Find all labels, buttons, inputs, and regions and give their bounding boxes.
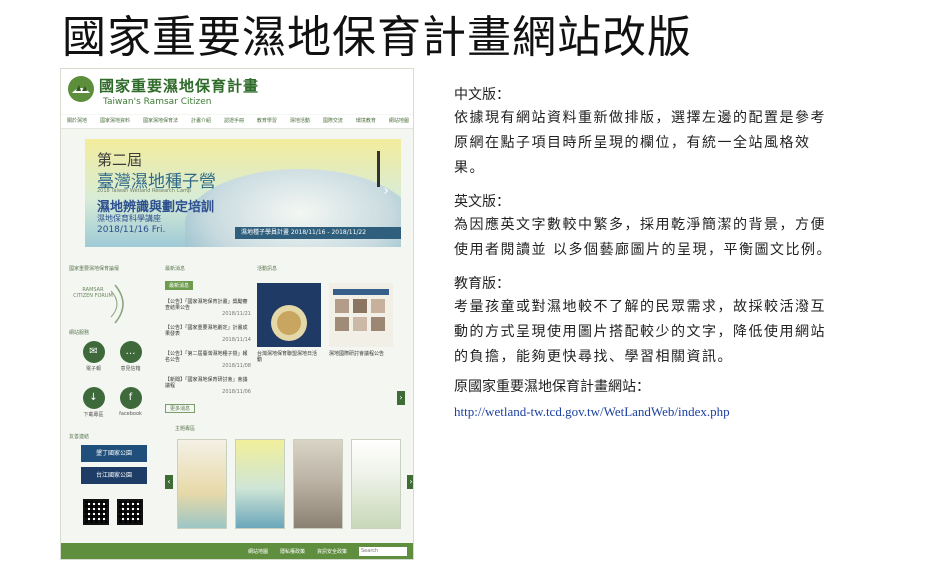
news-item[interactable]: 【公告】「國家濕地保育計畫」獎勵審查結果公告 2018/11/21 xyxy=(165,299,251,317)
site-footer: 網站地圖 隱私權政策 資訊安全政策 Search xyxy=(61,543,413,559)
slide-title: 國家重要濕地保育計畫網站改版 xyxy=(62,12,692,63)
service-heading: 網站服務 xyxy=(69,330,90,336)
section-text-english: 為因應英文字數較中繁多，採用乾淨簡潔的背景，方便使用者閱讀並 以多個藝廊圖片的呈… xyxy=(454,217,832,258)
partner-link[interactable]: 台江國家公園 xyxy=(81,467,147,484)
website-screenshot: 國家重要濕地保育計畫 Taiwan's Ramsar Citizen 關於濕地 … xyxy=(60,68,414,560)
section-text-chinese: 依據現有網站資料重新做排版，選擇左邊的配置是參考原網在點子項目時所呈現的欄位，有… xyxy=(454,110,826,176)
section-label-english: 英文版： xyxy=(454,194,510,210)
nav-item[interactable]: 教育學習 xyxy=(257,115,277,128)
chevron-right-icon[interactable]: › xyxy=(383,183,389,199)
section-label-education: 教育版： xyxy=(454,276,510,292)
service-email[interactable]: ✉ 電子報 xyxy=(75,341,112,381)
poster-caption: 台灣濕地保育聯盟濕地日活動 xyxy=(257,351,318,363)
service-label: 意見信箱 xyxy=(120,366,141,372)
service-label: 電子報 xyxy=(85,366,101,372)
chevron-left-icon[interactable]: ‹ xyxy=(165,475,173,489)
site-nav: 關於濕地 國家濕地資料 國家濕地保育法 計畫介紹 認證手冊 教育學習 濕地活動 … xyxy=(61,115,413,129)
download-icon: ↓ xyxy=(82,387,105,409)
section-label-chinese: 中文版： xyxy=(454,87,510,103)
footer-search-input[interactable]: Search xyxy=(359,546,407,556)
banner-date: 2018/11/16 Fri. xyxy=(97,225,166,235)
news-item-text: 【公告】「國家重要濕地劃定」計畫成果發表 xyxy=(165,325,248,337)
planet-illustration xyxy=(271,305,307,341)
news-item-text: 【新聞】「國家濕地保育研討會」會議議程 xyxy=(165,377,248,389)
poster-caption: 濕地國際研討會議程公告 xyxy=(329,351,385,357)
footer-link[interactable]: 網站地圖 xyxy=(248,548,268,555)
qr-code-icon xyxy=(117,499,143,525)
original-site-label: 原國家重要濕地保育計畫網站： xyxy=(454,379,650,395)
news-item[interactable]: 【新聞】「國家濕地保育研討會」會議議程 2018/11/06 xyxy=(165,377,251,395)
wetland-logo-icon xyxy=(68,76,94,102)
qr-code-icon xyxy=(83,499,109,525)
speaker-grid-illustration xyxy=(333,289,389,331)
banner-line-5: 濕地保育科學講座 xyxy=(97,214,161,223)
nav-item[interactable]: 認證手冊 xyxy=(224,115,244,128)
facebook-icon: f xyxy=(119,387,142,409)
sidebar: 國家重要濕地保育論壇 RAMSAR CITIZEN FORUM 網站服務 ✉ 電… xyxy=(69,265,149,555)
activity-poster[interactable] xyxy=(257,283,321,347)
news-item-text: 【公告】「國家濕地保育計畫」獎勵審查結果公告 xyxy=(165,299,248,311)
service-download[interactable]: ↓ 下載專區 xyxy=(75,387,112,427)
climber-figure xyxy=(377,151,380,187)
service-label: facebook xyxy=(119,411,142,417)
partner-link[interactable]: 墾丁國家公園 xyxy=(81,445,147,462)
banner-strip: 濕地種子學員計畫 2018/11/16 - 2018/11/22 xyxy=(235,227,401,239)
description-panel: 中文版： 依據現有網站資料重新做排版，選擇左邊的配置是參考原網在點子項目時所呈現… xyxy=(454,84,834,426)
nav-item[interactable]: 網站地圖 xyxy=(389,115,409,128)
section-text-education: 考量孩童或對濕地較不了解的民眾需求，故採較活潑互動的方式呈現使用圖片搭配較少的文… xyxy=(454,299,826,365)
nav-item[interactable]: 計畫介紹 xyxy=(191,115,211,128)
news-item[interactable]: 【公告】「國家重要濕地劃定」計畫成果發表 2018/11/14 xyxy=(165,325,251,343)
nav-item[interactable]: 濕地活動 xyxy=(290,115,310,128)
chevron-right-icon[interactable]: › xyxy=(407,475,413,489)
email-icon: ✉ xyxy=(82,341,105,363)
service-feedback[interactable]: … 意見信箱 xyxy=(112,341,149,381)
site-logo-subtitle: Taiwan's Ramsar Citizen xyxy=(103,97,212,107)
topics-heading: 主題專區 xyxy=(175,426,196,432)
news-tab[interactable]: 最新消息 xyxy=(165,281,194,290)
forum-heading: 國家重要濕地保育論壇 xyxy=(69,266,120,272)
service-grid: ✉ 電子報 … 意見信箱 ↓ 下載專區 f facebook xyxy=(75,341,149,427)
site-logo-text[interactable]: 國家重要濕地保育計畫 xyxy=(99,75,259,96)
topic-book[interactable] xyxy=(351,439,401,529)
chevron-right-icon[interactable]: › xyxy=(397,391,405,405)
links-heading: 友善連結 xyxy=(69,434,90,440)
activity-heading: 活動訊息 xyxy=(257,266,278,272)
footer-link[interactable]: 隱私權政策 xyxy=(280,548,305,555)
original-site-link[interactable]: http://wetland-tw.tcd.gov.tw/WetLandWeb/… xyxy=(454,398,834,426)
chat-icon: … xyxy=(119,341,142,363)
topic-book[interactable] xyxy=(177,439,227,529)
topic-book[interactable] xyxy=(293,439,343,529)
hero-banner[interactable]: 第二屆 臺灣濕地種子營 2018 Taiwan Wetland Research… xyxy=(85,139,401,247)
news-item-date: 2018/11/08 xyxy=(222,363,251,369)
news-item-text: 【公告】「第二屆臺灣濕地種子營」報名公告 xyxy=(165,351,248,363)
site-header: 國家重要濕地保育計畫 Taiwan's Ramsar Citizen xyxy=(61,69,413,114)
topics-section: 主題專區 ‹ › xyxy=(165,426,413,531)
nav-item[interactable]: 國際交流 xyxy=(323,115,343,128)
topic-book[interactable] xyxy=(235,439,285,529)
service-facebook[interactable]: f facebook xyxy=(112,387,149,427)
nav-item[interactable]: 關於濕地 xyxy=(67,115,87,128)
more-news-button[interactable]: 更多消息 xyxy=(165,404,196,413)
footer-link[interactable]: 資訊安全政策 xyxy=(317,548,347,555)
nav-item[interactable]: 國家濕地資料 xyxy=(100,115,130,128)
activity-section: 活動訊息 台灣濕地保育聯盟濕地日活動 濕地國際研討會議程公告 › xyxy=(257,265,405,415)
nav-item[interactable]: 國家濕地保育法 xyxy=(143,115,178,128)
activity-poster[interactable] xyxy=(329,283,393,347)
news-item-date: 2018/11/14 xyxy=(222,337,251,343)
news-item-date: 2018/11/21 xyxy=(222,311,251,317)
news-item[interactable]: 【公告】「第二屆臺灣濕地種子營」報名公告 2018/11/08 xyxy=(165,351,251,369)
banner-line-3: 2018 Taiwan Wetland Research Camp xyxy=(97,188,192,194)
forum-logo-text: RAMSAR CITIZEN FORUM xyxy=(73,287,113,299)
nav-item[interactable]: 環境教育 xyxy=(356,115,376,128)
news-item-date: 2018/11/06 xyxy=(222,389,251,395)
news-heading: 最新消息 xyxy=(165,266,186,272)
service-label: 下載專區 xyxy=(83,412,104,418)
